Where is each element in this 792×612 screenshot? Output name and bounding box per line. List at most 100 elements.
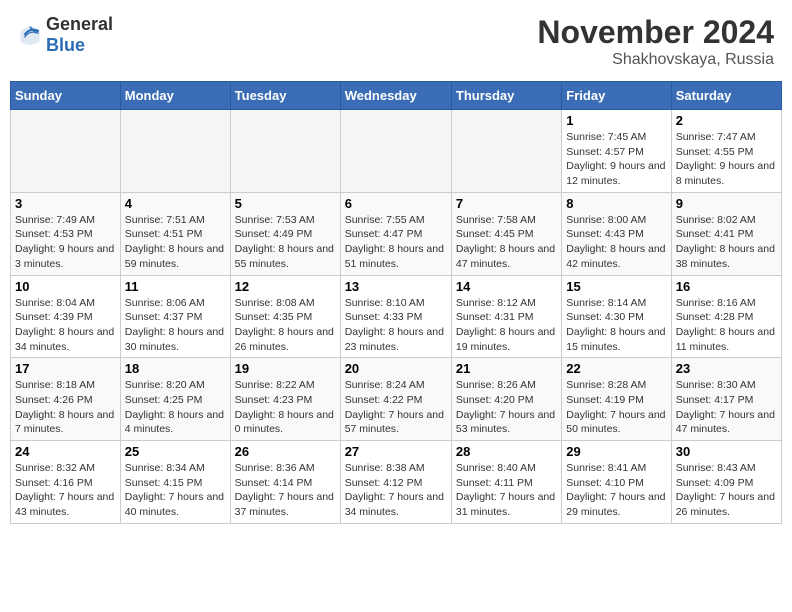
- day-number: 10: [15, 279, 116, 294]
- calendar-week-2: 10 Sunrise: 8:04 AM Sunset: 4:39 PM Dayli…: [11, 275, 782, 358]
- day-number: 12: [235, 279, 336, 294]
- calendar-cell: 24 Sunrise: 8:32 AM Sunset: 4:16 PM Dayli…: [11, 441, 121, 524]
- day-info: Sunrise: 8:30 AM Sunset: 4:17 PM Dayligh…: [676, 378, 777, 437]
- col-header-monday: Monday: [120, 82, 230, 110]
- day-number: 4: [125, 196, 226, 211]
- calendar-cell: 16 Sunrise: 8:16 AM Sunset: 4:28 PM Dayli…: [671, 275, 781, 358]
- calendar-cell: 1 Sunrise: 7:45 AM Sunset: 4:57 PM Daylig…: [562, 110, 671, 193]
- logo-general: General: [46, 14, 113, 35]
- day-number: 20: [345, 361, 447, 376]
- calendar-cell: 27 Sunrise: 8:38 AM Sunset: 4:12 PM Dayli…: [340, 441, 451, 524]
- day-info: Sunrise: 8:41 AM Sunset: 4:10 PM Dayligh…: [566, 461, 666, 520]
- calendar-cell: [340, 110, 451, 193]
- calendar-cell: 29 Sunrise: 8:41 AM Sunset: 4:10 PM Dayli…: [562, 441, 671, 524]
- calendar-cell: 14 Sunrise: 8:12 AM Sunset: 4:31 PM Dayli…: [451, 275, 561, 358]
- day-number: 24: [15, 444, 116, 459]
- day-number: 8: [566, 196, 666, 211]
- calendar-cell: [11, 110, 121, 193]
- day-number: 5: [235, 196, 336, 211]
- day-number: 9: [676, 196, 777, 211]
- day-number: 27: [345, 444, 447, 459]
- calendar-cell: 17 Sunrise: 8:18 AM Sunset: 4:26 PM Dayli…: [11, 358, 121, 441]
- calendar-cell: 10 Sunrise: 8:04 AM Sunset: 4:39 PM Dayli…: [11, 275, 121, 358]
- calendar-cell: 3 Sunrise: 7:49 AM Sunset: 4:53 PM Daylig…: [11, 192, 121, 275]
- calendar-cell: 15Sunrise: 8:14 AM Sunset: 4:30 PM Dayli…: [562, 275, 671, 358]
- day-info: Sunrise: 8:36 AM Sunset: 4:14 PM Dayligh…: [235, 461, 336, 520]
- calendar-cell: 9Sunrise: 8:02 AM Sunset: 4:41 PM Daylig…: [671, 192, 781, 275]
- day-info: Sunrise: 8:06 AM Sunset: 4:37 PM Dayligh…: [125, 296, 226, 355]
- day-number: 19: [235, 361, 336, 376]
- col-header-wednesday: Wednesday: [340, 82, 451, 110]
- day-info: Sunrise: 7:47 AM Sunset: 4:55 PM Dayligh…: [676, 130, 777, 189]
- col-header-tuesday: Tuesday: [230, 82, 340, 110]
- day-info: Sunrise: 7:53 AM Sunset: 4:49 PM Dayligh…: [235, 213, 336, 272]
- logo-text: General Blue: [46, 14, 113, 56]
- calendar-cell: 20 Sunrise: 8:24 AM Sunset: 4:22 PM Dayli…: [340, 358, 451, 441]
- calendar-week-3: 17 Sunrise: 8:18 AM Sunset: 4:26 PM Dayli…: [11, 358, 782, 441]
- day-number: 14: [456, 279, 557, 294]
- calendar-table: SundayMondayTuesdayWednesdayThursdayFrid…: [10, 81, 782, 524]
- day-number: 16: [676, 279, 777, 294]
- day-number: 25: [125, 444, 226, 459]
- calendar-week-0: 1 Sunrise: 7:45 AM Sunset: 4:57 PM Daylig…: [11, 110, 782, 193]
- calendar-cell: [120, 110, 230, 193]
- day-info: Sunrise: 8:16 AM Sunset: 4:28 PM Dayligh…: [676, 296, 777, 355]
- calendar-cell: 22 Sunrise: 8:28 AM Sunset: 4:19 PM Dayli…: [562, 358, 671, 441]
- day-number: 30: [676, 444, 777, 459]
- day-info: Sunrise: 8:04 AM Sunset: 4:39 PM Dayligh…: [15, 296, 116, 355]
- day-number: 28: [456, 444, 557, 459]
- page-header: General Blue November 2024 Shakhovskaya,…: [10, 10, 782, 73]
- day-info: Sunrise: 8:43 AM Sunset: 4:09 PM Dayligh…: [676, 461, 777, 520]
- day-info: Sunrise: 7:49 AM Sunset: 4:53 PM Dayligh…: [15, 213, 116, 272]
- calendar-cell: [451, 110, 561, 193]
- calendar-cell: [230, 110, 340, 193]
- logo-blue-text: Blue: [46, 35, 113, 56]
- calendar-cell: 19 Sunrise: 8:22 AM Sunset: 4:23 PM Dayli…: [230, 358, 340, 441]
- day-info: Sunrise: 8:32 AM Sunset: 4:16 PM Dayligh…: [15, 461, 116, 520]
- day-number: 15: [566, 279, 666, 294]
- calendar-header-row: SundayMondayTuesdayWednesdayThursdayFrid…: [11, 82, 782, 110]
- calendar-cell: 11 Sunrise: 8:06 AM Sunset: 4:37 PM Dayli…: [120, 275, 230, 358]
- calendar-cell: 4 Sunrise: 7:51 AM Sunset: 4:51 PM Daylig…: [120, 192, 230, 275]
- calendar-cell: 28Sunrise: 8:40 AM Sunset: 4:11 PM Dayli…: [451, 441, 561, 524]
- day-number: 29: [566, 444, 666, 459]
- day-number: 18: [125, 361, 226, 376]
- location: Shakhovskaya, Russia: [537, 51, 774, 69]
- day-info: Sunrise: 8:10 AM Sunset: 4:33 PM Dayligh…: [345, 296, 447, 355]
- day-info: Sunrise: 8:18 AM Sunset: 4:26 PM Dayligh…: [15, 378, 116, 437]
- day-number: 22: [566, 361, 666, 376]
- day-number: 26: [235, 444, 336, 459]
- day-number: 7: [456, 196, 557, 211]
- day-info: Sunrise: 8:34 AM Sunset: 4:15 PM Dayligh…: [125, 461, 226, 520]
- col-header-sunday: Sunday: [11, 82, 121, 110]
- day-info: Sunrise: 8:00 AM Sunset: 4:43 PM Dayligh…: [566, 213, 666, 272]
- day-info: Sunrise: 8:12 AM Sunset: 4:31 PM Dayligh…: [456, 296, 557, 355]
- day-info: Sunrise: 8:38 AM Sunset: 4:12 PM Dayligh…: [345, 461, 447, 520]
- day-info: Sunrise: 7:55 AM Sunset: 4:47 PM Dayligh…: [345, 213, 447, 272]
- day-number: 3: [15, 196, 116, 211]
- calendar-cell: 25 Sunrise: 8:34 AM Sunset: 4:15 PM Dayli…: [120, 441, 230, 524]
- col-header-friday: Friday: [562, 82, 671, 110]
- title-block: November 2024 Shakhovskaya, Russia: [537, 14, 774, 69]
- day-info: Sunrise: 7:51 AM Sunset: 4:51 PM Dayligh…: [125, 213, 226, 272]
- calendar-cell: 23Sunrise: 8:30 AM Sunset: 4:17 PM Dayli…: [671, 358, 781, 441]
- calendar-cell: 6 Sunrise: 7:55 AM Sunset: 4:47 PM Daylig…: [340, 192, 451, 275]
- month-title: November 2024: [537, 14, 774, 51]
- day-info: Sunrise: 8:24 AM Sunset: 4:22 PM Dayligh…: [345, 378, 447, 437]
- day-number: 2: [676, 113, 777, 128]
- logo: General Blue: [18, 14, 113, 56]
- day-info: Sunrise: 8:28 AM Sunset: 4:19 PM Dayligh…: [566, 378, 666, 437]
- calendar-week-4: 24 Sunrise: 8:32 AM Sunset: 4:16 PM Dayli…: [11, 441, 782, 524]
- day-info: Sunrise: 8:22 AM Sunset: 4:23 PM Dayligh…: [235, 378, 336, 437]
- day-info: Sunrise: 7:58 AM Sunset: 4:45 PM Dayligh…: [456, 213, 557, 272]
- day-number: 6: [345, 196, 447, 211]
- col-header-saturday: Saturday: [671, 82, 781, 110]
- day-info: Sunrise: 7:45 AM Sunset: 4:57 PM Dayligh…: [566, 130, 666, 189]
- calendar-cell: 26 Sunrise: 8:36 AM Sunset: 4:14 PM Dayli…: [230, 441, 340, 524]
- day-number: 1: [566, 113, 666, 128]
- day-number: 17: [15, 361, 116, 376]
- day-number: 11: [125, 279, 226, 294]
- calendar-cell: 18Sunrise: 8:20 AM Sunset: 4:25 PM Dayli…: [120, 358, 230, 441]
- day-number: 13: [345, 279, 447, 294]
- calendar-cell: 5 Sunrise: 7:53 AM Sunset: 4:49 PM Daylig…: [230, 192, 340, 275]
